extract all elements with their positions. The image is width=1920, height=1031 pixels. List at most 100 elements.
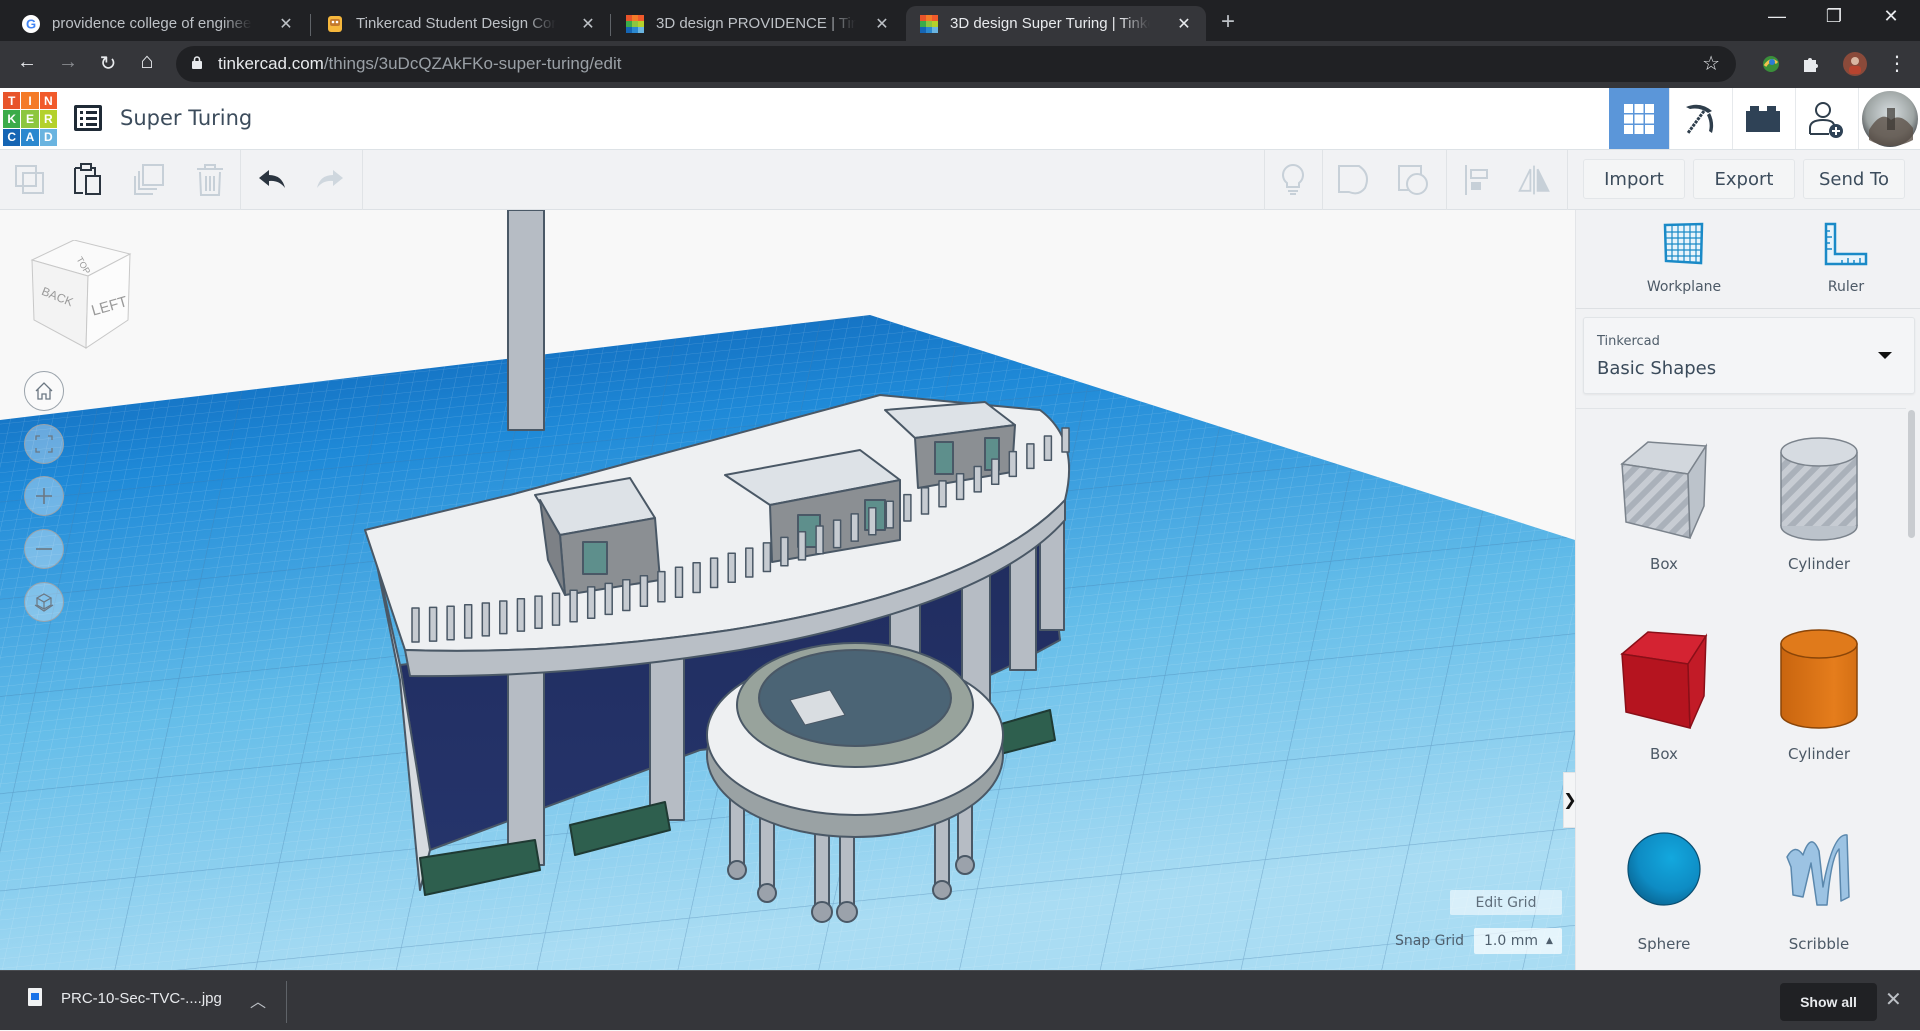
copy-icon — [15, 165, 44, 194]
profile-button[interactable] — [1858, 88, 1920, 149]
zoom-in-button[interactable] — [24, 476, 64, 516]
mirror-button[interactable] — [1516, 162, 1552, 198]
download-item[interactable]: PRC-10-Sec-TVC-....jpg ︿ — [0, 971, 287, 1031]
logo-letter: C — [3, 128, 21, 146]
view-cube[interactable]: TOP BACK LEFT — [28, 240, 132, 352]
align-button[interactable] — [1459, 162, 1495, 198]
bookmark-star-icon[interactable]: ☆ — [1702, 51, 1720, 76]
home-button[interactable]: ⌂ — [134, 48, 160, 74]
download-options-chevron-icon[interactable]: ︿ — [250, 988, 266, 1012]
railing-post — [850, 513, 859, 542]
browser-tab-active[interactable]: 3D design Super Turing | Tinkercad ✕ — [906, 6, 1206, 41]
paste-icon — [74, 163, 101, 195]
sphere-icon — [1627, 832, 1701, 906]
toolbar-divider — [1322, 150, 1323, 210]
ungroup-button[interactable] — [1396, 162, 1432, 198]
browser-tab[interactable]: 3D design PROVIDENCE | Tinkercad ✕ — [612, 6, 904, 41]
undo-button[interactable] — [254, 162, 290, 198]
shape-item[interactable]: Box — [1589, 429, 1739, 573]
new-tab-button[interactable]: + — [1221, 8, 1235, 36]
address-bar[interactable]: tinkercad.com/things/3uDcQZAkFKo-super-t… — [176, 46, 1736, 82]
shape-item[interactable]: Cylinder — [1744, 619, 1894, 763]
toolbar-divider — [362, 150, 363, 210]
logo-letter: R — [39, 110, 57, 128]
edit-grid-button[interactable]: Edit Grid — [1450, 890, 1562, 915]
railing-post — [973, 465, 982, 493]
3d-viewport[interactable]: TOP BACK LEFT Edit Grid Snap Grid 1.0 mm… — [0, 210, 1575, 970]
panel-scrollbar[interactable] — [1905, 410, 1917, 540]
redo-button[interactable] — [312, 162, 348, 198]
extension-idm-icon[interactable] — [1760, 53, 1782, 75]
railing-post — [692, 562, 701, 594]
railing-post — [709, 557, 719, 589]
tab-close-icon[interactable]: ✕ — [578, 14, 598, 34]
tab-close-icon[interactable]: ✕ — [872, 14, 892, 34]
fit-view-button[interactable] — [24, 424, 64, 464]
shape-item[interactable]: Sphere — [1589, 809, 1739, 953]
workplane-tool[interactable]: Workplane — [1614, 222, 1754, 295]
browser-tab[interactable]: G providence college of engineering ✕ — [8, 6, 308, 41]
shape-library-select[interactable]: Tinkercad Basic Shapes — [1583, 317, 1915, 394]
ruler-tool[interactable]: Ruler — [1776, 222, 1916, 295]
snap-grid-select[interactable]: 1.0 mm ▲ — [1474, 928, 1562, 954]
collapse-panel-button[interactable]: ❯ — [1563, 772, 1575, 828]
minimize-button[interactable]: — — [1748, 6, 1806, 27]
lock-icon — [192, 56, 202, 69]
workplane-scene[interactable] — [0, 210, 1575, 970]
tab-close-icon[interactable]: ✕ — [276, 14, 296, 34]
forward-button[interactable]: → — [55, 51, 81, 74]
railing-post — [551, 592, 561, 626]
window-close-button[interactable]: ✕ — [1862, 6, 1920, 27]
send-to-button[interactable]: Send To — [1803, 159, 1905, 199]
close-download-bar-icon[interactable]: ✕ — [1885, 987, 1902, 1012]
tinkercad-mascot-icon — [328, 15, 342, 32]
reload-button[interactable]: ↻ — [95, 51, 121, 76]
copy-button[interactable] — [12, 162, 48, 198]
maximize-button[interactable]: ❐ — [1805, 6, 1863, 27]
notes-button[interactable] — [1275, 162, 1311, 198]
group-button[interactable] — [1336, 162, 1372, 198]
shape-item[interactable]: Box — [1589, 619, 1739, 763]
shapes-panel: Workplane Ruler Tinkercad Basic Shapes B… — [1575, 210, 1920, 970]
zoom-out-button[interactable] — [24, 529, 64, 569]
scrollbar-thumb[interactable] — [1908, 410, 1915, 538]
extensions-puzzle-icon[interactable] — [1800, 53, 1822, 75]
url-path: /things/3uDcQZAkFKo-super-turing/edit — [323, 54, 622, 73]
profile-avatar-icon[interactable] — [1842, 51, 1868, 77]
export-button[interactable]: Export — [1693, 159, 1795, 199]
shape-item[interactable]: Cylinder — [1744, 429, 1894, 573]
snap-grid-value: 1.0 mm — [1484, 933, 1538, 949]
browser-menu-icon[interactable]: ⋮ — [1884, 51, 1910, 76]
perspective-cube-icon — [34, 593, 54, 612]
minecraft-view-button[interactable] — [1669, 88, 1729, 149]
perspective-toggle-button[interactable] — [24, 582, 64, 622]
railing-post — [674, 566, 684, 598]
pickaxe-icon — [1685, 104, 1713, 134]
invite-user-button[interactable] — [1795, 88, 1855, 149]
railing-post — [534, 595, 543, 629]
duplicate-button[interactable] — [132, 162, 168, 198]
box-icon — [1620, 631, 1708, 729]
show-all-downloads-button[interactable]: Show all — [1780, 983, 1877, 1021]
tinkercad-logo[interactable]: T I N K E R C A D — [3, 92, 57, 146]
library-category: Tinkercad — [1597, 334, 1660, 349]
tab-close-icon[interactable]: ✕ — [1174, 14, 1194, 34]
logo-letter: D — [39, 128, 57, 146]
workplane-label: Workplane — [1646, 279, 1722, 295]
chevron-right-icon: ❯ — [1563, 790, 1575, 810]
railing-post — [499, 600, 508, 635]
3d-design-view-button[interactable] — [1609, 88, 1669, 149]
lightbulb-icon — [1282, 163, 1304, 195]
home-view-button[interactable] — [24, 371, 64, 411]
delete-button[interactable] — [192, 162, 228, 198]
shape-item[interactable]: Scribble — [1744, 809, 1894, 953]
design-title[interactable]: Super Turing — [120, 106, 252, 130]
import-button[interactable]: Import — [1583, 159, 1685, 199]
brick-view-button[interactable] — [1732, 88, 1792, 149]
logo-letter: A — [21, 128, 39, 146]
browser-tab[interactable]: Tinkercad Student Design Contest ✕ — [312, 6, 610, 41]
back-button[interactable]: ← — [14, 51, 40, 74]
railing-post — [446, 605, 455, 641]
design-list-icon[interactable] — [74, 105, 102, 131]
paste-button[interactable] — [70, 162, 106, 198]
